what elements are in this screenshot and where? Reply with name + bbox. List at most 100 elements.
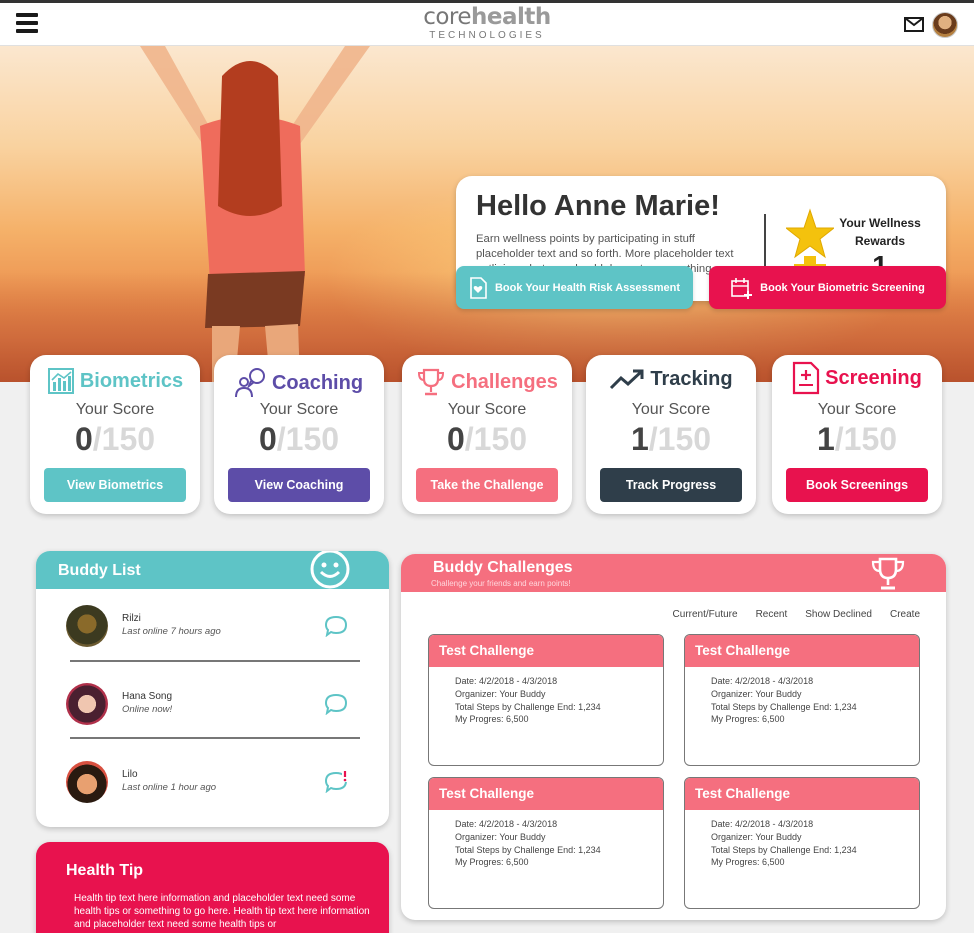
chat-bubble-alert-icon[interactable] [324,771,350,793]
buddy-row[interactable]: Lilo Last online 1 hour ago [66,761,366,805]
book-screenings-button[interactable]: Book Screenings [786,468,928,502]
bar-chart-icon [47,368,74,394]
challenge-organizer: Organizer: Your Buddy [711,688,802,699]
coaching-card: Coaching Your Score 0/150 View Coaching [214,355,384,514]
challenges-score-label: Your Score [447,401,527,418]
buddy-challenges-header: Buddy Challenges Challenge your friends … [401,554,946,592]
tracking-title: Tracking [650,367,733,390]
corehealth-logo[interactable]: corehealth TECHNOLOGIES [0,4,974,41]
tracking-score-label: Your Score [631,401,711,418]
buddy-list-panel: Buddy List Rilzi Last online 7 hours ago… [36,551,389,827]
book-biometric-label: Book Your Biometric Screening [760,281,925,294]
buddy-avatar [66,761,108,803]
challenge-date: Date: 4/2/2018 - 4/3/2018 [455,676,558,686]
coaching-score-label: Your Score [259,401,339,418]
clipboard-plus-icon [793,361,820,395]
buddy-avatar [66,605,108,647]
health-tip-panel: Health Tip Health tip text here informat… [36,842,389,933]
buddy-row[interactable]: Hana Song Online now! [66,683,366,727]
screening-score: 1/150 [816,421,898,457]
challenge-title: Test Challenge [439,643,535,658]
people-chat-icon [234,368,265,398]
screening-score-label: Your Score [817,401,897,418]
challenge-card[interactable]: Test Challenge Date: 4/2/2018 - 4/3/2018… [428,777,664,909]
top-bar: corehealth TECHNOLOGIES [0,0,974,46]
challenge-my-progress: My Progres: 6,500 [455,714,529,725]
envelope-icon[interactable] [904,17,924,32]
filter-current-future[interactable]: Current/Future [673,609,738,620]
buddy-avatar [66,683,108,725]
buddy-status: Last online 7 hours ago [122,626,221,637]
challenge-title: Test Challenge [695,786,791,801]
challenge-total-steps: Total Steps by Challenge End: 1,234 [711,701,857,712]
challenges-title: Challenges [451,370,558,393]
biometrics-score: 0/150 [74,421,156,457]
buddy-name: Lilo [122,769,138,780]
challenge-date: Date: 4/2/2018 - 4/3/2018 [455,819,558,829]
filter-recent[interactable]: Recent [756,609,788,620]
buddy-row[interactable]: Rilzi Last online 7 hours ago [66,605,366,649]
trend-up-icon [610,369,644,390]
trophy-icon [418,368,445,396]
view-coaching-button[interactable]: View Coaching [228,468,370,502]
wellness-rewards-label: Your Wellness Rewards [839,216,921,248]
book-biometric-screening-button[interactable]: Book Your Biometric Screening [709,266,946,309]
buddy-divider [70,660,360,662]
chat-bubble-icon[interactable] [324,615,348,637]
view-biometrics-button[interactable]: View Biometrics [44,468,186,502]
challenge-organizer: Organizer: Your Buddy [711,831,802,842]
challenge-organizer: Organizer: Your Buddy [455,831,546,842]
take-the-challenge-button[interactable]: Take the Challenge [416,468,558,502]
challenges-card: Challenges Your Score 0/150 Take the Cha… [402,355,572,514]
tracking-score: 1/150 [630,421,712,457]
challenge-my-progress: My Progres: 6,500 [711,714,785,725]
challenge-title: Test Challenge [695,643,791,658]
buddy-list-header: Buddy List [36,551,389,589]
challenge-organizer: Organizer: Your Buddy [455,688,546,699]
challenge-filters: Current/Future Recent Show Declined Crea… [673,609,920,620]
buddy-divider [70,737,360,739]
biometrics-score-label: Your Score [75,401,155,418]
logo-subtitle: TECHNOLOGIES [429,30,545,41]
trophy-icon [871,557,905,590]
book-health-risk-assessment-button[interactable]: Book Your Health Risk Assessment [456,266,693,309]
hero-banner: Hello Anne Marie! Earn wellness points b… [0,46,974,382]
buddy-name: Rilzi [122,613,141,624]
coaching-title: Coaching [271,371,364,394]
biometrics-card: Biometrics Your Score 0/150 View Biometr… [30,355,200,514]
challenge-total-steps: Total Steps by Challenge End: 1,234 [711,844,857,855]
book-hra-label: Book Your Health Risk Assessment [494,281,681,294]
health-tip-title: Health Tip [66,862,144,879]
challenge-card[interactable]: Test Challenge Date: 4/2/2018 - 4/3/2018… [684,634,920,766]
filter-show-declined[interactable]: Show Declined [805,609,872,620]
buddy-challenges-panel: Buddy Challenges Challenge your friends … [401,554,946,920]
coaching-score: 0/150 [258,421,340,457]
screening-card: Screening Your Score 1/150 Book Screenin… [772,355,942,514]
user-avatar[interactable] [932,12,958,38]
challenge-card[interactable]: Test Challenge Date: 4/2/2018 - 4/3/2018… [428,634,664,766]
hero-woman-image [140,46,370,382]
buddy-status: Last online 1 hour ago [122,782,217,793]
challenge-date: Date: 4/2/2018 - 4/3/2018 [711,676,814,686]
buddy-challenges-title: Buddy Challenges [433,559,573,576]
screening-title: Screening [825,366,922,389]
calendar-plus-icon [731,277,753,299]
logo-core-text: core [423,4,472,30]
chat-bubble-icon[interactable] [324,693,348,715]
greeting-title: Hello Anne Marie! [476,190,720,222]
biometrics-title: Biometrics [79,369,184,392]
challenge-total-steps: Total Steps by Challenge End: 1,234 [455,844,601,855]
buddy-list-title: Buddy List [58,562,141,579]
logo-health-text: health [471,4,551,30]
challenge-title: Test Challenge [439,786,535,801]
buddy-status: Online now! [122,704,173,715]
challenge-date: Date: 4/2/2018 - 4/3/2018 [711,819,814,829]
challenge-card[interactable]: Test Challenge Date: 4/2/2018 - 4/3/2018… [684,777,920,909]
create-challenge-link[interactable]: Create [890,609,920,620]
track-progress-button[interactable]: Track Progress [600,468,742,502]
health-tip-text: Health tip text here information and pla… [74,893,370,930]
tracking-card: Tracking Your Score 1/150 Track Progress [586,355,756,514]
heart-document-icon [470,276,487,299]
challenge-my-progress: My Progres: 6,500 [455,857,529,868]
buddy-challenges-subtitle: Challenge your friends and earn points! [431,579,571,588]
